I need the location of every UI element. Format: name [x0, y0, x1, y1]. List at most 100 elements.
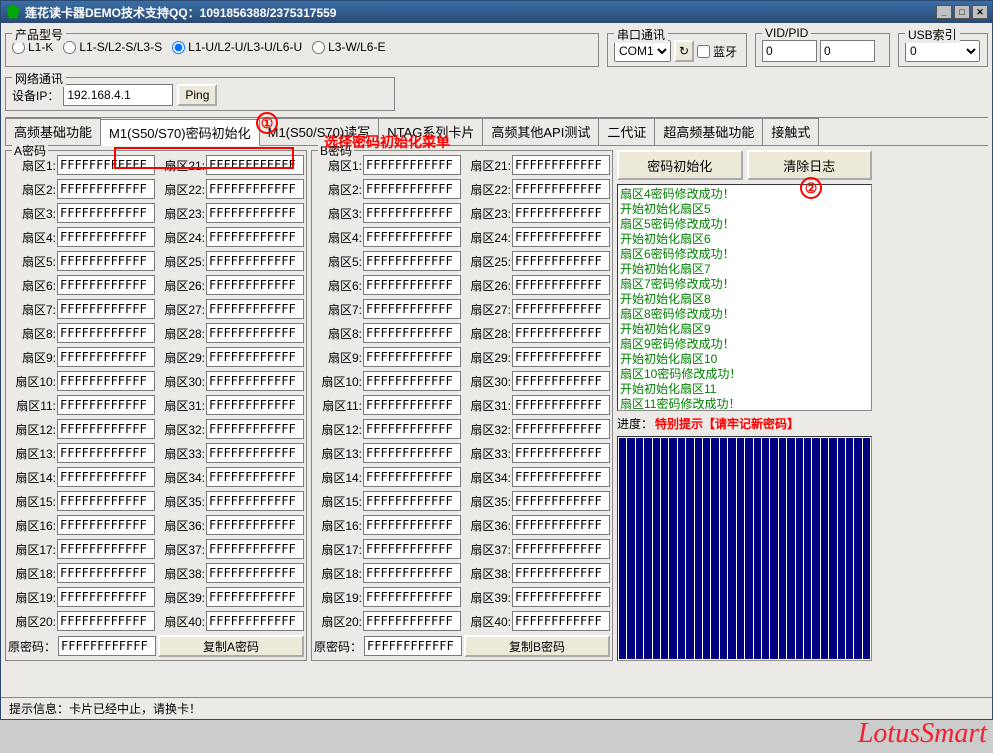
tab-0[interactable]: 高频基础功能 [5, 118, 101, 145]
sector-passB-input-36[interactable] [512, 515, 610, 535]
radio-l1s[interactable]: L1-S/L2-S/L3-S [63, 40, 162, 54]
sector-passA-input-32[interactable] [206, 419, 304, 439]
sector-passB-input-37[interactable] [512, 539, 610, 559]
sector-passA-input-12[interactable] [57, 419, 155, 439]
pid-input[interactable] [820, 40, 875, 62]
refresh-com-button[interactable]: ↻ [674, 40, 694, 62]
sector-passA-input-9[interactable] [57, 347, 155, 367]
sector-passB-input-6[interactable] [363, 275, 461, 295]
vid-input[interactable] [762, 40, 817, 62]
com-select[interactable]: COM1 [614, 40, 671, 62]
sector-passB-input-26[interactable] [512, 275, 610, 295]
sector-passB-input-13[interactable] [363, 443, 461, 463]
sector-passA-input-15[interactable] [57, 491, 155, 511]
sector-passB-input-39[interactable] [512, 587, 610, 607]
sector-passB-input-28[interactable] [512, 323, 610, 343]
sector-passB-input-4[interactable] [363, 227, 461, 247]
sector-passB-input-5[interactable] [363, 251, 461, 271]
sector-passA-input-20[interactable] [57, 611, 155, 631]
radio-l1u[interactable]: L1-U/L2-U/L3-U/L6-U [172, 40, 302, 54]
clear-log-button[interactable]: 清除日志 [747, 150, 873, 180]
sector-passA-input-33[interactable] [206, 443, 304, 463]
sector-passA-input-35[interactable] [206, 491, 304, 511]
sector-passB-input-34[interactable] [512, 467, 610, 487]
sector-passA-input-36[interactable] [206, 515, 304, 535]
sector-passB-input-38[interactable] [512, 563, 610, 583]
sector-passB-input-33[interactable] [512, 443, 610, 463]
radio-l3w[interactable]: L3-W/L6-E [312, 40, 385, 54]
sector-passB-input-10[interactable] [363, 371, 461, 391]
sector-passA-input-38[interactable] [206, 563, 304, 583]
sector-passA-input-40[interactable] [206, 611, 304, 631]
sector-passB-input-17[interactable] [363, 539, 461, 559]
sector-passB-input-40[interactable] [512, 611, 610, 631]
sector-passA-input-23[interactable] [206, 203, 304, 223]
sector-passB-input-35[interactable] [512, 491, 610, 511]
sector-passA-input-30[interactable] [206, 371, 304, 391]
sector-passA-input-34[interactable] [206, 467, 304, 487]
minimize-button[interactable]: _ [936, 5, 952, 19]
sector-passB-input-8[interactable] [363, 323, 461, 343]
copy-password-b-button[interactable]: 复制B密码 [464, 635, 610, 657]
tab-3[interactable]: NTAG系列卡片 [378, 118, 483, 145]
log-output[interactable]: 扇区4密码修改成功！开始初始化扇区5扇区5密码修改成功！开始初始化扇区6扇区6密… [617, 184, 872, 411]
sector-passA-input-5[interactable] [57, 251, 155, 271]
sector-passB-input-30[interactable] [512, 371, 610, 391]
sector-passA-input-24[interactable] [206, 227, 304, 247]
tab-4[interactable]: 高频其他API测试 [482, 118, 599, 145]
sector-passB-input-14[interactable] [363, 467, 461, 487]
sector-passB-input-11[interactable] [363, 395, 461, 415]
sector-passA-input-29[interactable] [206, 347, 304, 367]
sector-passB-input-2[interactable] [363, 179, 461, 199]
sector-passB-input-21[interactable] [512, 155, 610, 175]
sector-passB-input-25[interactable] [512, 251, 610, 271]
sector-passA-input-27[interactable] [206, 299, 304, 319]
sector-passA-input-16[interactable] [57, 515, 155, 535]
sector-passB-input-22[interactable] [512, 179, 610, 199]
sector-passB-input-27[interactable] [512, 299, 610, 319]
sector-passB-input-24[interactable] [512, 227, 610, 247]
sector-passA-input-13[interactable] [57, 443, 155, 463]
sector-passB-input-3[interactable] [363, 203, 461, 223]
usb-index-select[interactable]: 0 [905, 40, 980, 62]
sector-passA-input-19[interactable] [57, 587, 155, 607]
sector-passB-input-32[interactable] [512, 419, 610, 439]
sector-passB-input-15[interactable] [363, 491, 461, 511]
sector-passB-input-29[interactable] [512, 347, 610, 367]
tab-7[interactable]: 接触式 [762, 118, 819, 145]
ping-button[interactable]: Ping [177, 84, 217, 106]
sector-passA-input-3[interactable] [57, 203, 155, 223]
sector-passA-input-17[interactable] [57, 539, 155, 559]
sector-passB-input-1[interactable] [363, 155, 461, 175]
sector-passB-input-19[interactable] [363, 587, 461, 607]
sector-passA-input-8[interactable] [57, 323, 155, 343]
sector-passA-input-37[interactable] [206, 539, 304, 559]
orig-password-b-input[interactable] [364, 636, 462, 656]
tab-1[interactable]: M1(S50/S70)密码初始化 [100, 119, 260, 146]
sector-passA-input-22[interactable] [206, 179, 304, 199]
sector-passA-input-14[interactable] [57, 467, 155, 487]
init-password-button[interactable]: 密码初始化 [617, 150, 743, 180]
sector-passB-input-23[interactable] [512, 203, 610, 223]
sector-passA-input-31[interactable] [206, 395, 304, 415]
tab-6[interactable]: 超高频基础功能 [654, 118, 763, 145]
sector-passB-input-31[interactable] [512, 395, 610, 415]
sector-passA-input-10[interactable] [57, 371, 155, 391]
titlebar[interactable]: 莲花读卡器DEMO技术支持QQ：1091856388/2375317559 _ … [1, 1, 992, 23]
sector-passB-input-18[interactable] [363, 563, 461, 583]
sector-passB-input-7[interactable] [363, 299, 461, 319]
sector-passB-input-20[interactable] [363, 611, 461, 631]
sector-passA-input-7[interactable] [57, 299, 155, 319]
tab-5[interactable]: 二代证 [598, 118, 655, 145]
copy-password-a-button[interactable]: 复制A密码 [158, 635, 304, 657]
sector-passA-input-4[interactable] [57, 227, 155, 247]
sector-passA-input-6[interactable] [57, 275, 155, 295]
close-button[interactable]: ✕ [972, 5, 988, 19]
sector-passA-input-25[interactable] [206, 251, 304, 271]
sector-passB-input-16[interactable] [363, 515, 461, 535]
bluetooth-checkbox[interactable]: 蓝牙 [697, 43, 737, 60]
sector-passA-input-18[interactable] [57, 563, 155, 583]
maximize-button[interactable]: □ [954, 5, 970, 19]
sector-passA-input-11[interactable] [57, 395, 155, 415]
device-ip-input[interactable] [63, 84, 173, 106]
